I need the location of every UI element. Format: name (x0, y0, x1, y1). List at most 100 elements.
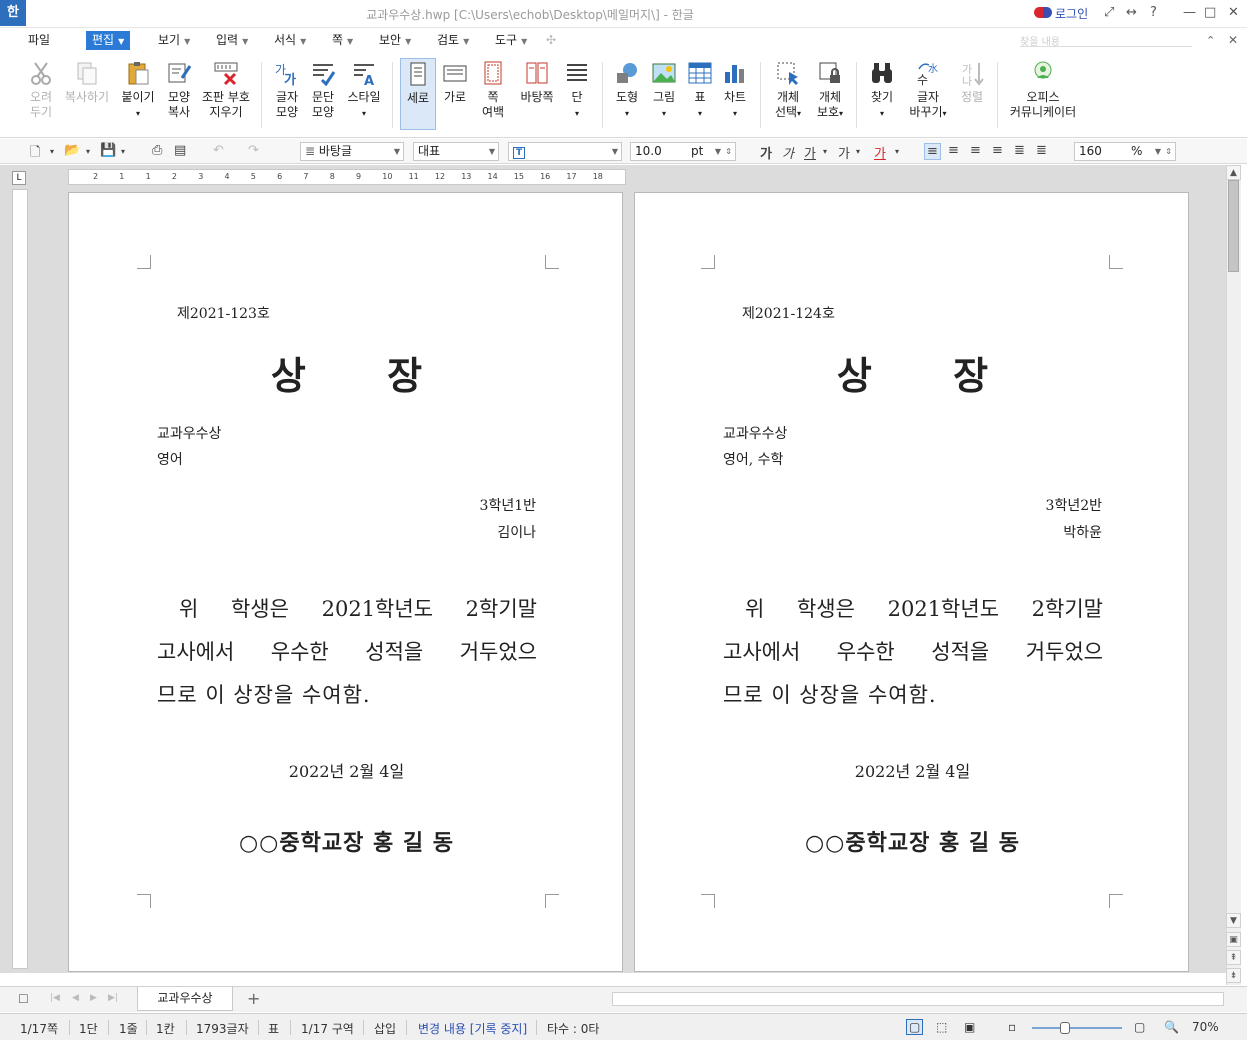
align-right-icon[interactable]: ≡ (992, 143, 1003, 158)
arrange-button[interactable]: 가나 정렬 (956, 60, 988, 105)
print-icon[interactable]: ⎙ (152, 143, 162, 158)
italic-icon[interactable]: 가 (782, 143, 794, 162)
open-folder-icon[interactable]: 📂 (64, 143, 80, 158)
menu-format[interactable]: 서식 ▼ (274, 31, 306, 50)
menu-review[interactable]: 검토 ▼ (437, 31, 469, 50)
horizontal-ruler[interactable]: 2 1 1 2 3 4 5 6 7 8 9 10 11 12 13 14 15 16 17 18 (68, 169, 626, 185)
add-tab-button[interactable]: + (247, 989, 260, 1008)
table-button[interactable]: 표 ▾ (686, 60, 714, 121)
help-icon[interactable]: ? (1150, 5, 1157, 20)
font-language-select[interactable]: 대표 ▼ (413, 142, 499, 161)
menu-tools[interactable]: 도구 ▼ (495, 31, 527, 50)
tab-document[interactable]: 교과우수상 (137, 987, 233, 1011)
status-track-changes[interactable]: 변경 내용 [기록 중지] (418, 1020, 527, 1037)
picture-button[interactable]: 그림 ▾ (648, 60, 680, 121)
underline-icon[interactable]: 가 (804, 143, 816, 162)
strikethrough-icon[interactable]: 가 (838, 143, 850, 162)
page-1[interactable]: 제2021-123호 상 장 교과우수상 영어 3학년1반 김이나 위 학생은 … (68, 192, 623, 972)
object-select-button[interactable]: 개체 선택▾ (770, 60, 806, 121)
menu-insert[interactable]: 입력 ▼ (216, 31, 248, 50)
menu-security[interactable]: 보안 ▼ (379, 31, 411, 50)
first-tab-icon[interactable]: |◀ (50, 993, 60, 1003)
menu-page[interactable]: 쪽 ▼ (332, 31, 353, 50)
status-zoom[interactable]: 70% (1192, 1020, 1219, 1034)
zoom-slider[interactable] (1032, 1027, 1122, 1029)
save-icon[interactable]: 💾 (100, 143, 116, 158)
vertical-ruler[interactable] (12, 189, 28, 969)
chevron-down-icon[interactable]: ▾ (895, 147, 899, 156)
login-icon[interactable] (1034, 7, 1052, 18)
page-bg-button[interactable]: 바탕쪽 (516, 60, 558, 105)
last-tab-icon[interactable]: ▶| (108, 993, 118, 1003)
char-shape-button[interactable]: 가가 글자 모양 (270, 60, 304, 120)
menu-view[interactable]: 보기 ▼ (158, 31, 190, 50)
scroll-down-icon[interactable]: ▼ (1226, 913, 1241, 928)
document-workarea[interactable]: L 2 1 1 2 3 4 5 6 7 8 9 10 11 12 13 14 15 16 17 18 제2021-12… (0, 165, 1226, 973)
font-color-icon[interactable]: 가 (874, 143, 886, 162)
replace-button[interactable]: 수水 글자 바꾸기▾ (904, 60, 952, 121)
collapse-ribbon-icon[interactable]: ⌃ (1206, 31, 1215, 50)
ruler-toggle-icon[interactable]: L (12, 171, 26, 185)
zoom-input[interactable]: 160% ▼ ⇕ (1074, 142, 1176, 161)
prev-tab-icon[interactable]: ◀ (72, 993, 79, 1003)
shape-copy-button[interactable]: 모양 복사 (162, 60, 196, 120)
landscape-button[interactable]: 가로 (440, 60, 470, 105)
object-protect-button[interactable]: 개체 보호▾ (812, 60, 848, 121)
close-doc-icon[interactable]: ✕ (1228, 31, 1238, 50)
align-justify-icon[interactable]: ≡ (924, 143, 941, 160)
clear-code-button[interactable]: 조판 부호 지우기 (200, 60, 252, 120)
page-layout-icon[interactable]: ▢ (906, 1019, 924, 1035)
chevron-down-icon[interactable]: ▾ (823, 147, 827, 156)
page-2[interactable]: 제2021-124호 상 장 교과우수상 영어, 수학 3학년2반 박하윤 위 … (634, 192, 1189, 972)
menu-edit[interactable]: 편집 ▼ (86, 31, 131, 50)
office-communicator-button[interactable]: 오피스 커뮤니케이터 (1006, 60, 1080, 120)
spin-icon[interactable]: ⇕ (725, 143, 732, 160)
fullscreen-icon[interactable]: ⤢ (1104, 5, 1114, 20)
chevron-down-icon[interactable]: ▾ (856, 147, 860, 156)
search-input[interactable]: 찾을 내용 (1020, 33, 1192, 48)
magnifier-icon[interactable]: 🔍 (1164, 1020, 1179, 1034)
shapes-button[interactable]: 도형 ▾ (610, 60, 644, 121)
preview-icon[interactable]: ▤ (174, 143, 186, 158)
align-center-icon[interactable]: ≡ (970, 143, 981, 158)
close-icon[interactable]: ✕ (1228, 5, 1239, 20)
style-select[interactable]: ≣ 바탕글 ▼ (300, 142, 404, 161)
menu-file[interactable]: 파일 (28, 31, 50, 50)
cut-button[interactable]: 오려 두기 (24, 60, 58, 120)
find-button[interactable]: 찾기 ▾ (866, 60, 898, 121)
new-document-icon[interactable]: 🗋 (30, 143, 40, 165)
para-shape-button[interactable]: 문단 모양 (306, 60, 340, 120)
align-left-icon[interactable]: ≡ (948, 143, 959, 158)
spin-icon[interactable]: ⇕ (1165, 143, 1172, 160)
scrollbar-thumb[interactable] (1228, 180, 1239, 272)
portrait-button[interactable]: 세로 (400, 58, 436, 130)
zoom-out-icon[interactable]: ▫ (1008, 1020, 1016, 1034)
page-view-icon[interactable]: ▣ (1226, 932, 1241, 947)
status-page[interactable]: 1/17쪽 (20, 1020, 58, 1037)
next-tab-icon[interactable]: ▶ (90, 993, 97, 1003)
chevron-down-icon[interactable]: ▾ (50, 147, 54, 156)
minimize-icon[interactable]: — (1183, 5, 1196, 20)
chevron-down-icon[interactable]: ▾ (121, 147, 125, 156)
divide-icon[interactable]: ≣ (1036, 143, 1047, 158)
next-page-icon[interactable]: ⇟ (1226, 968, 1241, 983)
web-layout-icon[interactable]: ⬚ (936, 1020, 947, 1034)
puzzle-icon[interactable]: ✣ (546, 31, 556, 50)
redo-icon[interactable]: ↷ (248, 143, 259, 158)
undo-icon[interactable]: ↶ (213, 143, 224, 158)
vertical-scrollbar[interactable] (1226, 165, 1241, 985)
paste-button[interactable]: 붙이기 ▾ (118, 60, 158, 121)
distribute-icon[interactable]: ≣ (1014, 143, 1025, 158)
login-button[interactable]: 로그인 (1055, 5, 1088, 22)
copy-button[interactable]: 복사하기 (64, 60, 110, 105)
chevron-down-icon[interactable]: ▾ (86, 147, 90, 156)
font-size-input[interactable]: 10.0 pt ▼ ⇕ (630, 142, 736, 161)
maximize-icon[interactable]: □ (1204, 5, 1216, 20)
horizontal-scrollbar[interactable] (612, 992, 1224, 1006)
zoom-slider-thumb[interactable] (1060, 1022, 1070, 1034)
font-select[interactable]: T ▼ (508, 142, 622, 161)
prev-page-icon[interactable]: ⇞ (1226, 950, 1241, 965)
full-page-icon[interactable]: ▣ (964, 1020, 975, 1034)
zoom-in-icon[interactable]: ▢ (1134, 1020, 1145, 1034)
style-button[interactable]: A 스타일 ▾ (344, 60, 384, 121)
